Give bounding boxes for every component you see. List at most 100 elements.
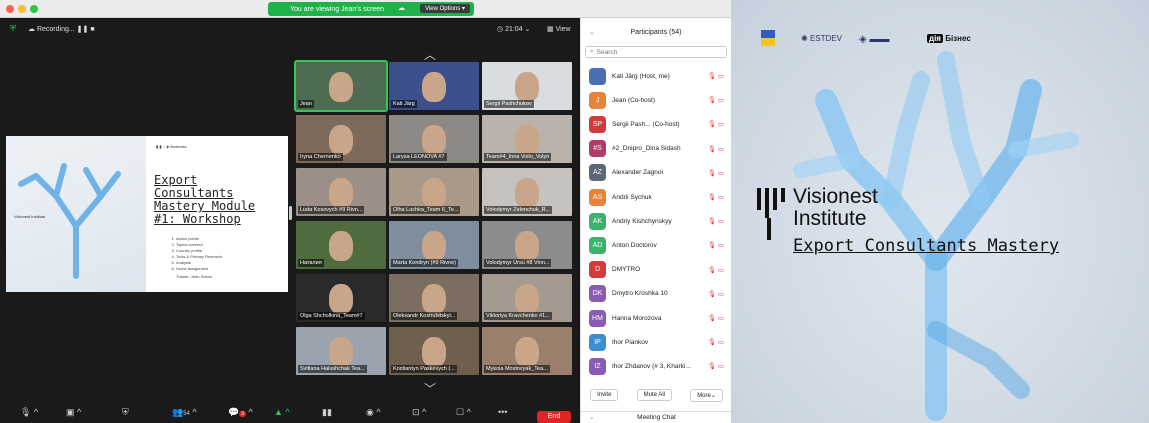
video-tile[interactable]: Viktoriya Kravchenko #1... [482, 274, 572, 322]
participant-row[interactable]: SP Sergii Pash... (Co-host) 🎙︎ ▭ [589, 112, 732, 136]
muted-mic-icon[interactable]: 🎙︎ ▭ [708, 362, 724, 370]
security-icon[interactable]: ⛨ [122, 407, 129, 418]
brand-graphic: ✺ ESTDEV ◈ ▬▬ дія Бізнес Visionest Insti… [731, 0, 1149, 423]
participant-row[interactable]: IZ Ihor Zhdanov (# 3, Kharki... 🎙︎ ▭ [589, 354, 732, 378]
video-tile[interactable]: Larysa LEONOVA #7 [389, 115, 479, 163]
participant-row[interactable]: Kati Järg (Host, me) 🎙︎ ▭ [589, 64, 732, 88]
participant-row[interactable]: DK Dmytro Kroshka 10 🎙︎ ▭ [589, 282, 732, 306]
video-tile[interactable]: Luda Kosovych #9 Rivn... [296, 168, 386, 216]
video-tile-name: Marta Kondryn (#9 Rivne) [391, 259, 458, 267]
slide-agenda: Action points Topics covered Country pro… [176, 236, 222, 272]
video-tile[interactable]: Kati Järg [389, 62, 479, 110]
agenda-item: Home assignment [176, 266, 222, 272]
muted-mic-icon[interactable]: 🎙︎ ▭ [708, 96, 724, 104]
view-button[interactable]: ▦ View [547, 25, 571, 33]
muted-mic-icon[interactable]: 🎙︎ ▭ [708, 120, 724, 128]
participant-video [329, 337, 353, 367]
video-tile[interactable]: Sergii Pashchukov [482, 62, 572, 110]
slide-brand-text: Visionest Institute [14, 214, 46, 219]
video-tile[interactable]: Volodymyr Zelenchuk_R... [482, 168, 572, 216]
participant-row[interactable]: AD Anton Doctorov 🎙︎ ▭ [589, 233, 732, 257]
invite-button[interactable]: Invite [590, 389, 619, 401]
muted-mic-icon[interactable]: 🎙︎ ▭ [708, 193, 724, 201]
gallery-down-chevron-icon[interactable]: ﹀ [424, 380, 436, 397]
visionest-logo-icon [757, 188, 785, 240]
participants-title: Participants (54) [630, 29, 682, 36]
chat-button[interactable]: 💬 3 ^ [228, 407, 253, 418]
participant-name: Kati Järg (Host, me) [612, 72, 670, 80]
participant-name: Ihor Zhdanov (# 3, Kharki... [612, 362, 691, 370]
maximize-window-button[interactable] [30, 5, 38, 13]
mute-all-button[interactable]: Mute All [636, 389, 672, 401]
muted-mic-icon[interactable]: 🎙︎ ▭ [708, 338, 724, 346]
participant-video [329, 178, 353, 208]
muted-mic-icon[interactable]: 🎙︎ ▭ [708, 217, 724, 225]
muted-mic-icon[interactable]: 🎙︎ ▭ [708, 290, 724, 298]
participant-video [515, 72, 539, 102]
share-screen-icon[interactable]: ▲ ^ [274, 407, 290, 417]
video-tile[interactable]: Olga Shcholkina_Team#7 [296, 274, 386, 322]
video-tile-name: Volodymyr Ursu #8 Vinn... [484, 259, 552, 267]
stop-video-icon[interactable]: ▣ ^ [66, 407, 81, 418]
close-window-button[interactable] [6, 5, 14, 13]
video-tile[interactable]: Mykola Mostovyak_Tea... [482, 327, 572, 375]
video-tile[interactable]: Oleksandr Kostrubitskyi... [389, 274, 479, 322]
video-tile[interactable]: Iryna Chernenko [296, 115, 386, 163]
participants-panel: ⌄ Participants (54) ⌕ Search Kati Järg (… [580, 18, 732, 423]
record-icon[interactable]: ◉ ^ [366, 407, 381, 418]
meeting-chat-header[interactable]: ⌄ Meeting Chat [581, 411, 732, 423]
shield-icon[interactable]: ⛨ [10, 24, 16, 34]
participant-row[interactable]: J Jean (Co-host) 🎙︎ ▭ [589, 88, 732, 112]
more-button[interactable]: More⌄ [690, 388, 723, 402]
participant-row[interactable]: HM Hanna Morozova 🎙︎ ▭ [589, 306, 732, 330]
view-options-button[interactable]: View Options ▾ [420, 4, 470, 13]
avatar: SP [589, 115, 606, 133]
muted-mic-icon[interactable]: 🎙︎ ▭ [708, 241, 724, 249]
participant-video [422, 337, 446, 367]
video-tile[interactable]: Kostiantyn Paskevych (... [389, 327, 479, 375]
participant-row[interactable]: AS Andrii Sychuk 🎙︎ ▭ [589, 185, 732, 209]
participant-row[interactable]: #S #2_Dnipro_Dina Sidash 🎙︎ ▭ [589, 137, 732, 161]
video-tile[interactable]: Olha Luchka_Team 6_Te... [389, 168, 479, 216]
more-icon[interactable]: ••• [498, 407, 507, 417]
participant-row[interactable]: AK Andriy Kishchynskyy 🎙︎ ▭ [589, 209, 732, 233]
participant-row[interactable]: IP Ihor Piankov 🎙︎ ▭ [589, 330, 732, 354]
participant-video [329, 284, 353, 314]
polls-icon[interactable]: ▮▮ [322, 407, 332, 418]
muted-mic-icon[interactable]: 🎙︎ ▭ [708, 72, 724, 80]
splitter-handle[interactable] [289, 206, 292, 220]
video-tile[interactable]: Volodymyr Ursu #8 Vinn... [482, 221, 572, 269]
video-tile[interactable]: Team#4_Inna Voilo_Volyn [482, 115, 572, 163]
participant-name: Andrii Sychuk [612, 193, 652, 201]
collapse-chevron-icon[interactable]: ⌄ [589, 18, 595, 48]
muted-mic-icon[interactable]: 🎙︎ ▭ [708, 266, 724, 274]
video-tile-name: Oleksandr Kostrubitskyi... [391, 312, 458, 320]
zoom-window: You are viewing Jean's screen ☁ View Opt… [0, 0, 732, 423]
reactions-icon[interactable]: ☐ ^ [456, 407, 471, 418]
participant-name: Dmytro Kroshka 10 [612, 290, 668, 298]
participants-search-input[interactable]: ⌕ Search [585, 46, 727, 58]
viewing-message: You are viewing Jean's screen [290, 5, 385, 13]
minimize-window-button[interactable] [18, 5, 26, 13]
muted-mic-icon[interactable]: 🎙︎ ▭ [708, 145, 724, 153]
end-meeting-button[interactable]: End [537, 411, 571, 423]
gallery-up-chevron-icon[interactable]: ︿ [424, 46, 436, 63]
video-tile[interactable]: Svitlana Halushchak Tea... [296, 327, 386, 375]
breakout-rooms-icon[interactable]: ⊡ ^ [412, 407, 426, 418]
video-tile[interactable]: Jean [294, 60, 388, 112]
recording-status[interactable]: ☁ Recording... ❚❚ ■ [28, 25, 95, 33]
video-tile[interactable]: Наталия [296, 221, 386, 269]
participant-video [515, 284, 539, 314]
participant-name: Alexander Zagnoi [612, 169, 663, 177]
participant-row[interactable]: D DMYTRO 🎙︎ ▭ [589, 258, 732, 282]
participant-name: Sergii Pash... (Co-host) [612, 120, 680, 128]
avatar: D [589, 261, 606, 279]
video-tile[interactable]: Marta Kondryn (#9 Rivne) [389, 221, 479, 269]
video-tile-name: Jean [298, 100, 314, 108]
meeting-topbar: ⛨ ☁ Recording... ❚❚ ■ ◷ 21:04 ⌄ ▦ View [0, 18, 580, 40]
participant-row[interactable]: AZ Alexander Zagnoi 🎙︎ ▭ [589, 161, 732, 185]
muted-mic-icon[interactable]: 🎙︎ ▭ [708, 169, 724, 177]
muted-mic-icon[interactable]: 🎙︎ ▭ [708, 314, 724, 322]
mute-mic-icon[interactable]: 🎙︎ ^ [20, 407, 38, 418]
participants-button[interactable]: 👥54 ^ [172, 407, 197, 418]
